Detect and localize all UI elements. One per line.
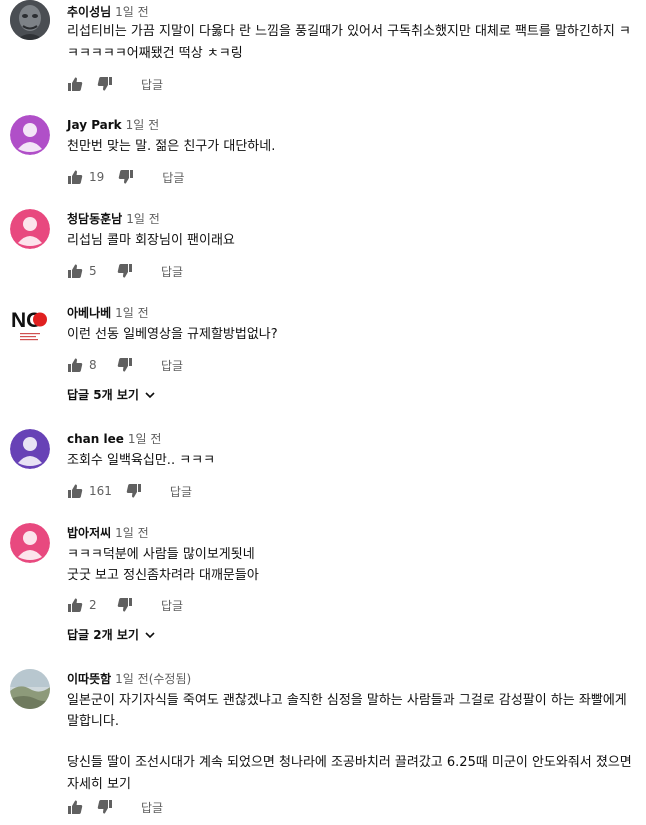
- comment-actions: 5 답글: [67, 262, 183, 280]
- reply-button[interactable]: 답글: [141, 76, 163, 93]
- comment-text-line: ㅋㅋㅋㅋㅋ어째됐건 떡상 ㅊㅋ링: [67, 46, 243, 61]
- like-icon[interactable]: [67, 597, 83, 613]
- avatar[interactable]: [10, 429, 50, 469]
- like-icon[interactable]: [67, 263, 83, 279]
- comment-time[interactable]: 1일 전: [126, 212, 160, 226]
- comment-text-line: 굿굿 보고 정신좀차려라 대깨문들아: [67, 568, 259, 583]
- comment-header: 추이성님 1일 전: [67, 4, 149, 20]
- dislike-icon[interactable]: [117, 357, 133, 373]
- comment-text-line: 리섭티비는 가끔 지말이 다욿다 란 느낌을 풍길때가 있어서 구독취소했지만 …: [67, 24, 631, 39]
- comment-actions: 161 답글: [67, 482, 192, 500]
- comment-author[interactable]: 아베나베: [67, 306, 111, 320]
- read-more-link[interactable]: 자세히 보기: [67, 773, 131, 792]
- comment-time[interactable]: 1일 전: [128, 432, 162, 446]
- chevron-down-icon: [145, 391, 155, 398]
- comment-text-line: 일본군이 자기자식들 죽여도 괜찮겠냐고 솔직한 심정을 말하는 사람들과 그걸…: [67, 693, 627, 708]
- comment-header: 아베나베 1일 전: [67, 305, 149, 321]
- comment-header: 밥아저씨 1일 전: [67, 525, 149, 541]
- comment-header: Jay Park 1일 전: [67, 117, 159, 133]
- dislike-icon[interactable]: [118, 169, 134, 185]
- comment-actions: 8 답글: [67, 356, 183, 374]
- avatar[interactable]: [10, 523, 50, 563]
- like-icon[interactable]: [67, 799, 83, 815]
- like-count: 19: [89, 170, 105, 184]
- reply-button[interactable]: 답글: [170, 483, 192, 500]
- avatar[interactable]: [10, 0, 50, 40]
- like-icon[interactable]: [67, 357, 83, 373]
- default-avatar-icon: [10, 115, 50, 155]
- comment-time[interactable]: 1일 전: [115, 526, 149, 540]
- default-avatar-icon: [10, 523, 50, 563]
- comment-text-line: 리섭님 콜마 회장님이 팬이래요: [67, 233, 235, 248]
- dislike-icon[interactable]: [97, 799, 113, 815]
- comment-text-line: 조회수 일백육십만.. ㅋㅋㅋ: [67, 453, 216, 468]
- reply-button[interactable]: 답글: [141, 799, 163, 816]
- avatar[interactable]: [10, 115, 50, 155]
- comment-time[interactable]: 1일 전(수정됨): [115, 672, 191, 686]
- view-replies-label: 답글 5개 보기: [67, 388, 139, 402]
- avatar[interactable]: [10, 669, 50, 709]
- view-replies-button[interactable]: 답글 5개 보기: [67, 386, 157, 403]
- default-avatar-icon: [10, 429, 50, 469]
- default-avatar-icon: [10, 209, 50, 249]
- comment-author[interactable]: 밥아저씨: [67, 526, 111, 540]
- chevron-down-icon: [145, 631, 155, 638]
- comment-header: chan lee 1일 전: [67, 431, 161, 447]
- comment-header: 이따뜻함 1일 전(수정됨): [67, 671, 191, 687]
- comment-header: 청담동훈남 1일 전: [67, 211, 160, 227]
- dislike-icon[interactable]: [117, 263, 133, 279]
- avatar[interactable]: NO: [10, 303, 50, 343]
- dislike-icon[interactable]: [126, 483, 142, 499]
- comment-text-line: ㅋㅋㅋ덕분에 사람들 많이보게됫네: [67, 547, 255, 562]
- like-count: 161: [89, 484, 112, 498]
- comment-text-line: 이런 선동 일베영상을 규제할방법없나?: [67, 327, 278, 342]
- comment-author[interactable]: Jay Park: [67, 118, 122, 132]
- reply-button[interactable]: 답글: [161, 597, 183, 614]
- like-icon[interactable]: [67, 483, 83, 499]
- landscape-avatar-image: [10, 669, 50, 709]
- warrior-avatar-image: [10, 0, 50, 40]
- dislike-icon[interactable]: [97, 76, 113, 92]
- comment-text-line: 당신들 딸이 조선시대가 계속 되었으면 청나라에 조공바치러 끌려갔고 6.2…: [67, 755, 632, 770]
- reply-button[interactable]: 답글: [161, 263, 183, 280]
- like-count: 8: [89, 358, 97, 372]
- comment-author[interactable]: 청담동훈남: [67, 212, 122, 226]
- comment-actions: 2 답글: [67, 596, 183, 614]
- avatar[interactable]: [10, 209, 50, 249]
- dislike-icon[interactable]: [117, 597, 133, 613]
- like-icon[interactable]: [67, 169, 83, 185]
- comment-text-line: 말합니다.: [67, 714, 119, 729]
- no-logo-avatar-image: NO: [11, 309, 47, 341]
- like-count: 2: [89, 598, 97, 612]
- comment-author[interactable]: chan lee: [67, 432, 124, 446]
- comment-author[interactable]: 추이성님: [67, 5, 111, 19]
- comment-time[interactable]: 1일 전: [115, 5, 149, 19]
- reply-button[interactable]: 답글: [162, 169, 184, 186]
- reply-button[interactable]: 답글: [161, 357, 183, 374]
- like-count: 5: [89, 264, 97, 278]
- view-replies-button[interactable]: 답글 2개 보기: [67, 626, 157, 643]
- comment-actions: 답글: [67, 798, 163, 816]
- view-replies-label: 답글 2개 보기: [67, 628, 139, 642]
- comment-actions: 19 답글: [67, 168, 184, 186]
- like-icon[interactable]: [67, 76, 83, 92]
- comment-actions: 답글: [67, 75, 163, 93]
- comment-time[interactable]: 1일 전: [126, 118, 160, 132]
- comment-author[interactable]: 이따뜻함: [67, 672, 111, 686]
- comment-text-line: 천만번 맞는 말. 젊은 친구가 대단하네.: [67, 139, 276, 154]
- comment-time[interactable]: 1일 전: [115, 306, 149, 320]
